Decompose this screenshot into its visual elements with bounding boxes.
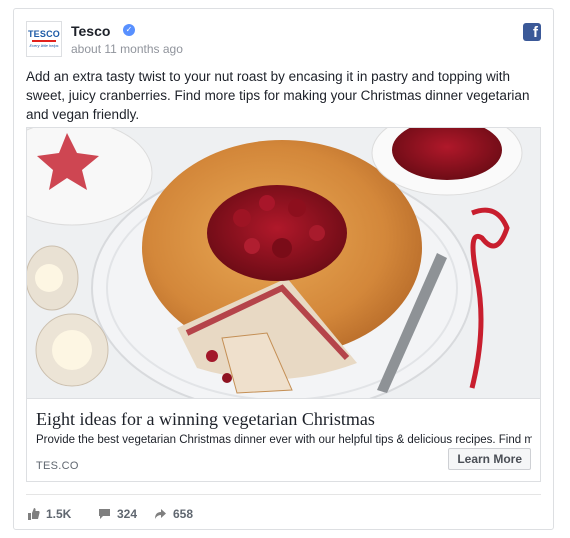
avatar-tagline: Every little helps [29,43,59,48]
verified-badge-icon: ✓ [123,24,135,36]
link-preview-card[interactable]: Eight ideas for a winning vegetarian Chr… [26,127,541,482]
like-thumb-icon [28,508,40,520]
facebook-post: TESCO Every little helps Tesco ✓ about 1… [13,8,554,530]
link-description: Provide the best vegetarian Christmas di… [36,434,532,446]
comment-bubble-icon [99,509,110,519]
nut-roast-pie-photo [27,128,540,398]
page-avatar[interactable]: TESCO Every little helps [26,21,62,57]
link-title[interactable]: Eight ideas for a winning vegetarian Chr… [36,409,375,430]
post-message: Add an extra tasty twist to your nut roa… [26,69,530,122]
link-preview-text[interactable]: Eight ideas for a winning vegetarian Chr… [27,398,540,481]
facebook-icon[interactable]: f [523,23,541,41]
post-timestamp[interactable]: about 11 months ago [71,42,183,56]
likes-stat[interactable]: 1.5K [28,504,71,524]
link-preview-image[interactable] [27,128,540,398]
avatar-brand-text: TESCO [27,29,60,39]
stats-divider [26,494,541,495]
comments-stat[interactable]: 324 [98,504,137,524]
likes-count: 1.5K [46,507,72,521]
post-header: TESCO Every little helps Tesco ✓ about 1… [26,21,541,61]
comments-count: 324 [117,507,138,521]
page-name-link[interactable]: Tesco [71,23,110,39]
shares-stat[interactable]: 658 [154,504,193,524]
link-domain: TES.CO [36,460,79,472]
engagement-stats: 1.5K 324 658 [26,504,541,524]
shares-count: 658 [173,507,194,521]
learn-more-button[interactable]: Learn More [448,448,531,470]
avatar-stripe [32,40,56,42]
share-arrow-icon [155,509,166,519]
